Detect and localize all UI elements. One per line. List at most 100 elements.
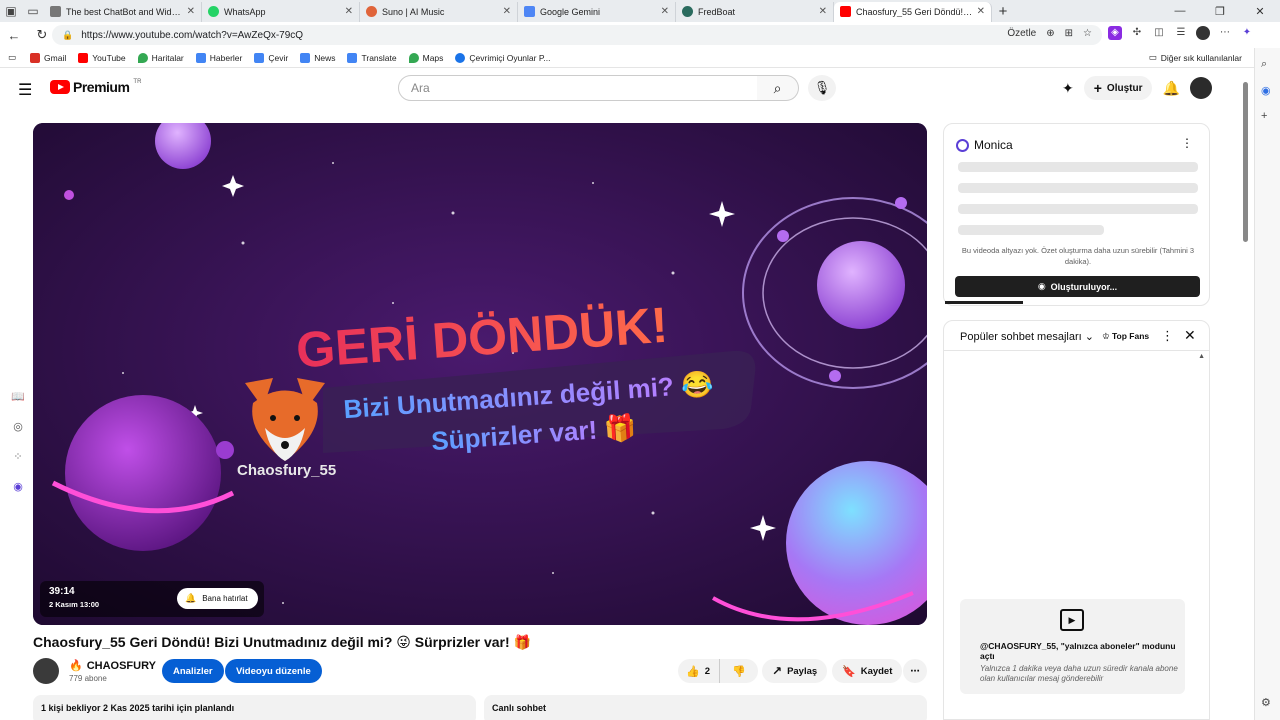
copilot-icon[interactable]: ✦ (1240, 26, 1254, 40)
copilot-sidebar-icon[interactable]: ◉ (1261, 84, 1271, 97)
minimize-icon[interactable]: — (1160, 5, 1200, 17)
podcast-icon[interactable]: ◎ (6, 420, 30, 450)
other-bookmarks[interactable]: ▭ Diğer sık kullanılanlar (1149, 52, 1242, 63)
tab-label: Google Gemini (540, 6, 601, 17)
apps-grid-icon[interactable]: ⁘ (6, 450, 30, 480)
chat-more-icon[interactable]: ⋮ (1161, 328, 1174, 344)
tab-close-icon[interactable]: ✕ (345, 6, 353, 17)
tab-close-icon[interactable]: ✕ (661, 6, 669, 17)
remind-me-button[interactable]: 🔔 Bana hatırlat (177, 588, 258, 609)
more-menu-icon[interactable]: ⋯ (1218, 26, 1232, 40)
chat-mode-dropdown[interactable]: Popüler sohbet mesajları ⌄ (960, 330, 1094, 343)
chat-scroll-up-icon[interactable]: ▲ (1198, 353, 1205, 360)
tab-suno[interactable]: Suno | AI Music ✕ (360, 1, 518, 22)
video-player[interactable]: GERİ DÖNDÜK! Bizi Unutmadınız değil mi? … (33, 123, 927, 625)
search-button[interactable]: ⌕ (757, 75, 799, 101)
account-avatar[interactable] (1189, 77, 1212, 99)
workspaces-icon[interactable]: ▣ (0, 0, 22, 22)
back-icon[interactable]: ← (0, 28, 28, 43)
bookmark-games[interactable]: Çevrimiçi Oyunlar P... (455, 52, 551, 63)
profile-avatar[interactable] (1196, 26, 1210, 40)
page-scrollbar[interactable] (1241, 72, 1249, 720)
bookmark-gmail[interactable]: Gmail (30, 52, 66, 63)
bookmark-label: YouTube (92, 52, 126, 63)
translate-icon[interactable]: ⊕ (1046, 28, 1054, 39)
translate-icon (347, 52, 358, 63)
tab-youtube-active[interactable]: Chaosfury_55 Geri Döndü! Bizi Un ✕ (834, 1, 992, 22)
search-sidebar-icon[interactable]: ⌕ (1261, 58, 1267, 71)
bookmark-maps[interactable]: Maps (408, 52, 443, 63)
tab-whatsapp[interactable]: WhatsApp ✕ (202, 1, 360, 22)
tab-label: Chaosfury_55 Geri Döndü! Bizi Un (856, 6, 973, 17)
tab-fredboat[interactable]: FredBoat ✕ (676, 1, 834, 22)
live-chat-tab[interactable]: Canlı sohbet (484, 695, 927, 720)
notice-text: Yalnızca 1 dakika veya daha uzun süredir… (980, 664, 1178, 683)
new-tab-icon[interactable]: + (992, 3, 1014, 20)
reader-book-icon[interactable]: 📖 (6, 390, 30, 420)
monica-more-icon[interactable]: ⋮ (1181, 136, 1193, 150)
youtube-premium-logo[interactable]: Premium TR (50, 79, 141, 95)
settings-gear-icon[interactable]: ⚙ (1261, 696, 1271, 709)
extension-icon[interactable]: ◈ (1108, 26, 1122, 40)
tab-actions-icon[interactable]: ▭ (22, 0, 44, 22)
site-info-icon[interactable]: 🔒 (62, 30, 73, 41)
tab-chatbot[interactable]: The best ChatBot and Widgets fo ✕ (44, 1, 202, 22)
tab-close-icon[interactable]: ✕ (819, 6, 827, 17)
bookmark-translate[interactable]: Translate (347, 52, 397, 63)
dislike-button[interactable]: 👎 (720, 665, 746, 678)
split-screen-icon[interactable]: ◫ (1152, 26, 1166, 40)
tab-close-icon[interactable]: ✕ (187, 6, 195, 17)
monica-bot-icon[interactable]: ◉ (6, 480, 30, 510)
tab-close-icon[interactable]: ✕ (503, 6, 511, 17)
channel-name[interactable]: 🔥 CHAOSFURY (69, 659, 156, 672)
chat-close-icon[interactable]: ✕ (1184, 327, 1196, 344)
scrollbar-thumb[interactable] (1243, 82, 1248, 242)
tab-gemini[interactable]: Google Gemini ✕ (518, 1, 676, 22)
tab-favicon (208, 6, 219, 17)
remind-label: Bana hatırlat (202, 594, 248, 603)
subscriptions-icon: ▶ (1060, 609, 1084, 631)
bookmark-translate-tr[interactable]: Çevir (254, 52, 288, 63)
apps-icon[interactable]: ⊞ (1065, 28, 1073, 39)
edit-video-button[interactable]: Videoyu düzenle (225, 659, 322, 683)
save-button[interactable]: 🔖 Kaydet (832, 659, 903, 683)
close-window-icon[interactable]: ✕ (1240, 5, 1280, 18)
maximize-icon[interactable]: ❐ (1200, 5, 1240, 18)
bookmark-folder-icon[interactable]: ▭ (8, 52, 16, 63)
top-fans-button[interactable]: ♔ Top Fans (1102, 331, 1149, 342)
create-button[interactable]: + Oluştur (1083, 76, 1153, 100)
share-button[interactable]: ↗ Paylaş (762, 659, 828, 683)
translate-icon (254, 52, 265, 63)
add-sidebar-icon[interactable]: + (1261, 110, 1267, 122)
bookmark-news[interactable]: News (300, 52, 335, 63)
bookmark-youtube[interactable]: YouTube (78, 52, 126, 63)
bookmarks-bar: ▭ Gmail YouTube Haritalar Haberler Çevir… (0, 48, 1280, 68)
ai-sparkle-icon[interactable]: ✦ (1062, 80, 1074, 97)
like-button[interactable]: 👍 2 (678, 659, 720, 683)
extensions-puzzle-icon[interactable]: ✣ (1130, 26, 1144, 40)
bookmark-news-tr[interactable]: Haberler (195, 52, 242, 63)
channel-avatar[interactable] (33, 658, 59, 684)
favorite-star-icon[interactable]: ☆ (1083, 28, 1092, 39)
voice-search-button[interactable]: 🎙 (808, 75, 836, 101)
chat-mode-label: Popüler sohbet mesajları (960, 331, 1082, 343)
share-arrow-icon: ↗ (772, 664, 783, 678)
monica-generating-button[interactable]: ◉ Oluşturuluyor... (955, 276, 1200, 297)
analytics-button[interactable]: Analizler (162, 659, 224, 683)
monica-summary-panel: Monica ⋮ Bu videoda altyazı yok. Özet ol… (943, 123, 1210, 306)
map-pin-icon (408, 52, 419, 63)
top-fans-label: Top Fans (1112, 331, 1150, 341)
generating-label: Oluşturuluyor... (1050, 281, 1118, 292)
description-box[interactable]: 1 kişi bekliyor 2 Kas 2025 tarihi için p… (33, 695, 476, 720)
bookmark-maps-tr[interactable]: Haritalar (137, 52, 184, 63)
more-actions-button[interactable]: ⋯ (903, 659, 927, 683)
collections-icon[interactable]: ☰ (1174, 26, 1188, 40)
url-field[interactable]: 🔒 https://www.youtube.com/watch?v=AwZeQx… (52, 25, 1102, 45)
hamburger-menu-icon[interactable]: ☰ (18, 80, 32, 100)
tab-label: The best ChatBot and Widgets fo (66, 6, 183, 17)
search-input[interactable]: Ara (398, 75, 758, 101)
notifications-bell-icon[interactable]: 🔔 (1162, 80, 1179, 97)
tab-close-icon[interactable]: ✕ (977, 6, 985, 17)
bookmark-label: Translate (361, 52, 397, 63)
summarize-button[interactable]: Özetle (1007, 28, 1036, 39)
